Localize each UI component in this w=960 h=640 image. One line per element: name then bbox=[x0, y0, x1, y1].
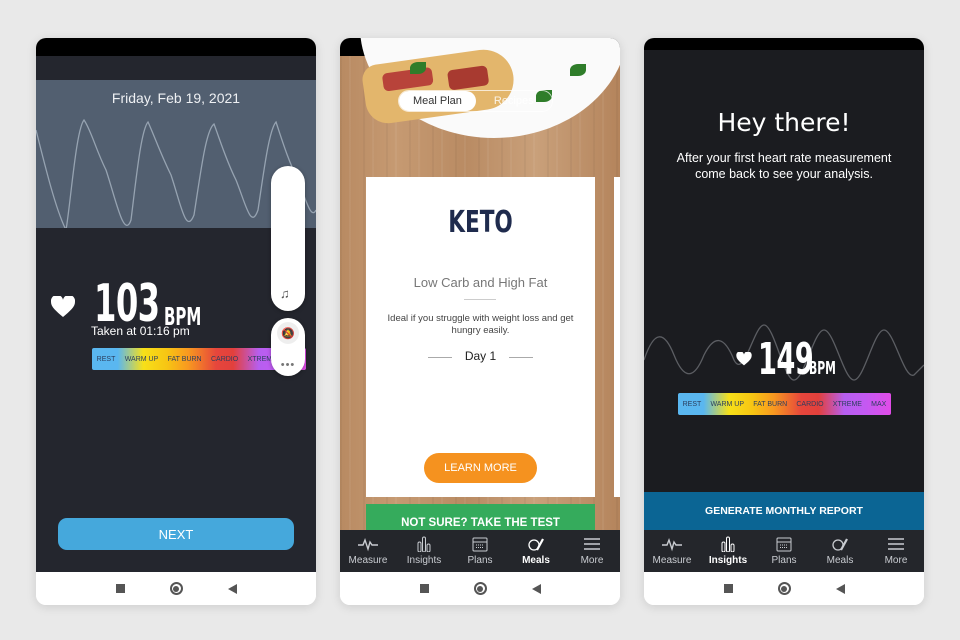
menu-icon bbox=[584, 538, 600, 550]
tab-label: Insights bbox=[708, 555, 748, 566]
tab-label: Insights bbox=[406, 555, 442, 566]
tab-plans[interactable]: Plans bbox=[452, 530, 508, 572]
system-nav-bar bbox=[340, 572, 620, 605]
plan-description: Ideal if you struggle with weight loss a… bbox=[387, 313, 574, 336]
tab-label: Measure bbox=[652, 555, 692, 566]
back-button[interactable] bbox=[227, 583, 237, 594]
insights-message: After your first heart rate measurement … bbox=[676, 151, 892, 181]
menu-icon bbox=[888, 538, 904, 550]
tab-label: Plans bbox=[771, 555, 797, 566]
divider bbox=[464, 299, 496, 300]
measurement-date: Friday, Feb 19, 2021 bbox=[111, 90, 241, 106]
parsley-image bbox=[570, 64, 586, 76]
floating-volume-panel[interactable]: ♫ bbox=[271, 166, 305, 311]
system-nav-bar bbox=[36, 572, 316, 605]
back-button[interactable] bbox=[531, 583, 541, 594]
system-nav-bar bbox=[644, 572, 924, 605]
heart-icon bbox=[736, 352, 752, 366]
tab-label: Measure bbox=[348, 555, 388, 566]
tab-label: More bbox=[580, 555, 604, 566]
tab-more[interactable]: More bbox=[868, 530, 924, 572]
tab-insights[interactable]: Insights bbox=[396, 530, 452, 572]
recents-button[interactable] bbox=[419, 584, 429, 593]
floating-ring-panel[interactable]: 🔕 ••• bbox=[271, 318, 305, 376]
tab-label: Plans bbox=[467, 555, 493, 566]
music-off-icon[interactable]: ♫ bbox=[280, 286, 290, 301]
heart-icon bbox=[51, 296, 75, 317]
segment-meal-plan[interactable]: Meal Plan bbox=[399, 91, 476, 111]
zone-max: MAX bbox=[871, 400, 887, 408]
tab-insights[interactable]: Insights bbox=[700, 530, 756, 572]
divider bbox=[509, 357, 533, 358]
tab-meals[interactable]: Meals bbox=[508, 530, 564, 572]
zone-fat-burn: FAT BURN bbox=[167, 355, 202, 363]
insights-screen: Hey there! After your first heart rate m… bbox=[644, 50, 924, 530]
bell-off-icon[interactable]: 🔕 bbox=[277, 322, 299, 344]
recents-button[interactable] bbox=[115, 584, 125, 593]
home-button[interactable] bbox=[473, 582, 487, 595]
tab-measure[interactable]: Measure bbox=[340, 530, 396, 572]
tab-measure[interactable]: Measure bbox=[644, 530, 700, 572]
learn-more-button[interactable]: LEARN MORE bbox=[424, 453, 537, 483]
tab-meals[interactable]: Meals bbox=[812, 530, 868, 572]
bottom-tab-bar: Measure Insights Plans Meals More bbox=[340, 530, 620, 572]
pulse-icon bbox=[358, 537, 378, 552]
meal-background: Meal Plan Recipes KETO Low Carb and High… bbox=[340, 38, 620, 542]
measure-screen: Friday, Feb 19, 2021 103 BPM Taken at 01… bbox=[36, 56, 316, 572]
tab-label: More bbox=[884, 555, 908, 566]
phone-screen-measure: Friday, Feb 19, 2021 103 BPM Taken at 01… bbox=[36, 38, 316, 605]
phone-screen-meals: Meal Plan Recipes KETO Low Carb and High… bbox=[340, 38, 620, 605]
tab-label: Meals bbox=[522, 555, 550, 566]
next-button[interactable]: NEXT bbox=[58, 518, 294, 550]
generate-report-button[interactable]: GENERATE MONTHLY REPORT bbox=[644, 492, 924, 530]
recents-button[interactable] bbox=[723, 584, 733, 593]
pulse-icon bbox=[662, 537, 682, 552]
more-dots-icon[interactable]: ••• bbox=[271, 359, 305, 371]
plan-card[interactable]: KETO Low Carb and High Fat Ideal if you … bbox=[366, 177, 595, 497]
status-bar bbox=[36, 38, 316, 56]
taken-time: Taken at 01:16 pm bbox=[91, 324, 190, 338]
zone-cardio: CARDIO bbox=[210, 355, 239, 363]
zone-cardio: CARDIO bbox=[796, 400, 824, 408]
bar-chart-icon bbox=[721, 536, 735, 552]
segment-control: Meal Plan Recipes bbox=[398, 90, 553, 112]
plan-title: KETO bbox=[448, 205, 513, 240]
home-button[interactable] bbox=[777, 582, 791, 595]
tab-plans[interactable]: Plans bbox=[756, 530, 812, 572]
calendar-icon bbox=[472, 537, 488, 552]
zone-warm-up: WARM UP bbox=[710, 400, 745, 408]
calendar-icon bbox=[776, 537, 792, 552]
zone-xtreme: XTREME bbox=[832, 400, 862, 408]
zone-rest: REST bbox=[682, 400, 702, 408]
tab-label: Meals bbox=[826, 555, 854, 566]
plan-subtitle: Low Carb and High Fat bbox=[413, 275, 548, 290]
bar-chart-icon bbox=[417, 536, 431, 552]
bpm-value: 149 bbox=[758, 334, 814, 385]
next-card-peek[interactable] bbox=[614, 177, 620, 497]
parsley-image bbox=[410, 62, 426, 74]
home-button[interactable] bbox=[169, 582, 183, 595]
zone-fat-burn: FAT BURN bbox=[753, 400, 788, 408]
food-icon bbox=[832, 538, 848, 551]
food-icon bbox=[528, 538, 544, 551]
zone-warm-up: WARM UP bbox=[124, 355, 159, 363]
heart-zones-bar: REST WARM UP FAT BURN CARDIO XTREME MAX bbox=[678, 393, 891, 415]
phone-screen-insights: Hey there! After your first heart rate m… bbox=[644, 38, 924, 605]
bpm-unit: BPM bbox=[809, 358, 836, 379]
segment-recipes[interactable]: Recipes bbox=[476, 91, 552, 111]
back-button[interactable] bbox=[835, 583, 845, 594]
plan-day: Day 1 bbox=[464, 349, 497, 363]
greeting-heading: Hey there! bbox=[717, 108, 851, 137]
bottom-tab-bar: Measure Insights Plans Meals More bbox=[644, 530, 924, 572]
tab-more[interactable]: More bbox=[564, 530, 620, 572]
status-bar bbox=[644, 38, 924, 50]
zone-rest: REST bbox=[96, 355, 116, 363]
